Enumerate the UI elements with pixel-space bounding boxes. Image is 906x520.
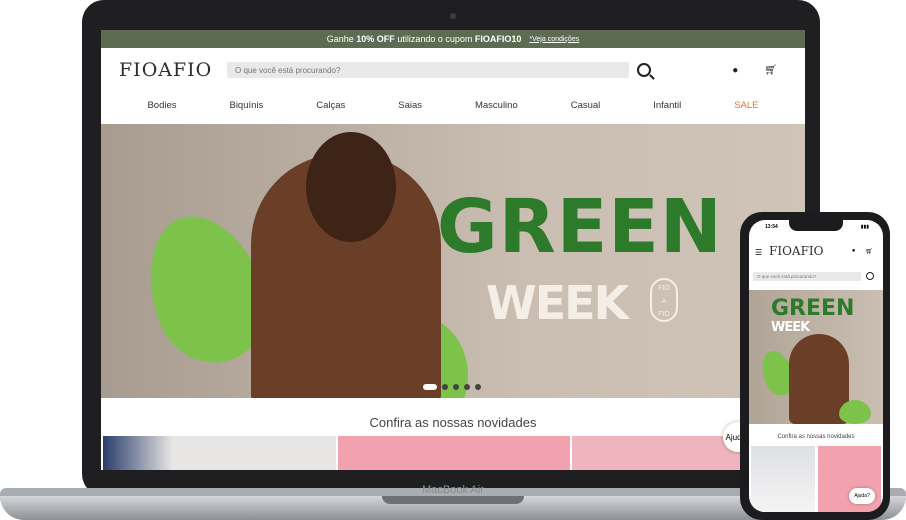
promo-text-pre: Ganhe [326, 34, 354, 44]
fio-a-fio-badge: FIO A FIO [650, 278, 678, 322]
nav-item-casual[interactable]: Casual [571, 100, 601, 111]
search-input[interactable]: O que você está procurando? [227, 62, 629, 78]
product-thumb[interactable] [337, 436, 571, 470]
battery-icon: ▮▮▮ [860, 224, 869, 230]
main-nav: Bodies Biquínis Calças Saias Masculino C… [101, 92, 805, 118]
cart-icon[interactable]: 🛒︎ [865, 248, 873, 255]
promo-text-mid: utilizando o cupom [397, 34, 473, 44]
laptop-screen: Ganhe 10% OFF utilizando o cupom FIOAFIO… [101, 30, 805, 470]
badge-line: FIO [658, 285, 670, 292]
phone-hero-title-line2: WEEK [771, 320, 810, 335]
carousel-dot[interactable] [442, 384, 448, 390]
promo-discount: 10% OFF [356, 34, 395, 44]
promo-bar: Ganhe 10% OFF utilizando o cupom FIOAFIO… [101, 30, 805, 48]
phone-screen: 13:54 ▮▮▮ ☰ FIOAFIO ● 🛒︎ O que você está… [749, 220, 883, 512]
promo-conditions-link[interactable]: *Veja condições [529, 36, 579, 43]
laptop-notch [382, 496, 524, 504]
carousel-dot[interactable] [423, 384, 437, 390]
product-thumb[interactable] [751, 446, 815, 512]
badge-line: A [661, 298, 667, 305]
novelties-title: Confira as nossas novidades [369, 415, 537, 430]
leaf-decoration [839, 400, 871, 424]
carousel-dot[interactable] [475, 384, 481, 390]
site-logo[interactable]: FIOAFIO [119, 59, 227, 81]
hero-title-line1: GREEN [437, 184, 723, 270]
search-icon[interactable] [637, 63, 651, 77]
camera-icon [450, 13, 456, 19]
nav-item-biquinis[interactable]: Biquínis [229, 100, 263, 111]
user-icon[interactable]: ● [732, 65, 738, 76]
nav-item-masculino[interactable]: Masculino [475, 100, 518, 111]
nav-item-saias[interactable]: Saias [398, 100, 422, 111]
phone-novelties-title: Confira as nossas novidades [777, 434, 855, 440]
badge-line: FIO [658, 311, 670, 318]
product-grid [103, 436, 805, 470]
model-head [306, 132, 396, 242]
product-thumb[interactable] [103, 436, 336, 470]
hamburger-menu-icon[interactable]: ☰ [755, 248, 762, 257]
carousel-dot[interactable] [464, 384, 470, 390]
phone-time: 13:54 [765, 224, 778, 230]
promo-coupon: FIOAFIO10 [474, 34, 522, 44]
nav-item-calcas[interactable]: Calças [316, 100, 345, 111]
carousel-dots [423, 384, 481, 390]
site-header: FIOAFIO O que você está procurando? ● 🛒︎ [101, 48, 805, 92]
phone-search-input[interactable]: O que você está procurando? [753, 272, 861, 281]
hero-title-line2: WEEK [486, 276, 629, 330]
phone-notch [789, 220, 843, 231]
phone-hero-title-line1: GREEN [771, 296, 855, 321]
nav-item-infantil[interactable]: Infantil [653, 100, 681, 111]
search-icon[interactable] [866, 272, 874, 280]
phone-help-button[interactable]: Ajuda? [849, 488, 875, 504]
carousel-dot[interactable] [453, 384, 459, 390]
nav-item-bodies[interactable]: Bodies [147, 100, 176, 111]
nav-item-sale[interactable]: SALE [734, 100, 758, 111]
phone-logo[interactable]: FIOAFIO [769, 244, 823, 258]
hero-banner[interactable]: GREEN WEEK FIO A FIO [101, 124, 805, 398]
cart-icon[interactable]: 🛒︎ [764, 65, 777, 76]
user-icon[interactable]: ● [852, 248, 856, 255]
